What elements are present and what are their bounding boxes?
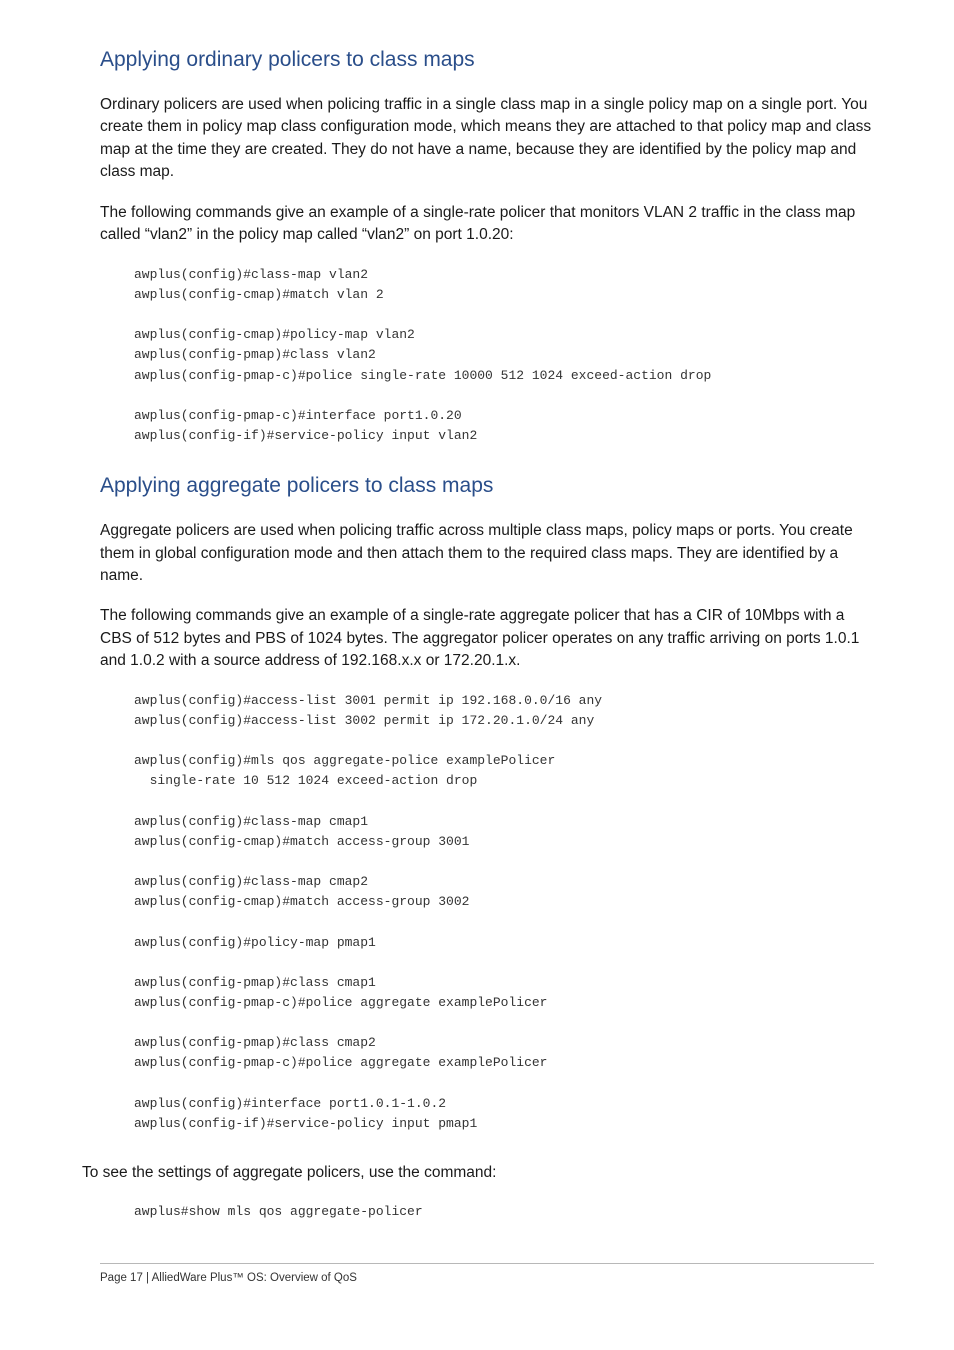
section2-para1: Aggregate policers are used when policin… xyxy=(100,520,874,587)
section2-para2: The following commands give an example o… xyxy=(100,605,874,672)
page-container: Applying ordinary policers to class maps… xyxy=(0,0,954,1350)
section2-para3: To see the settings of aggregate policer… xyxy=(82,1162,874,1184)
section1-para1: Ordinary policers are used when policing… xyxy=(100,94,874,184)
section1-code: awplus(config)#class-map vlan2 awplus(co… xyxy=(134,265,874,446)
footer-text: Page 17 | AlliedWare Plus™ OS: Overview … xyxy=(100,1272,874,1284)
section1-heading: Applying ordinary policers to class maps xyxy=(100,48,874,72)
footer-divider xyxy=(100,1263,874,1264)
section2-code: awplus(config)#access-list 3001 permit i… xyxy=(134,691,874,1134)
section2-code2: awplus#show mls qos aggregate-policer xyxy=(134,1202,874,1222)
section1-para2: The following commands give an example o… xyxy=(100,202,874,247)
section2-heading: Applying aggregate policers to class map… xyxy=(100,474,874,498)
